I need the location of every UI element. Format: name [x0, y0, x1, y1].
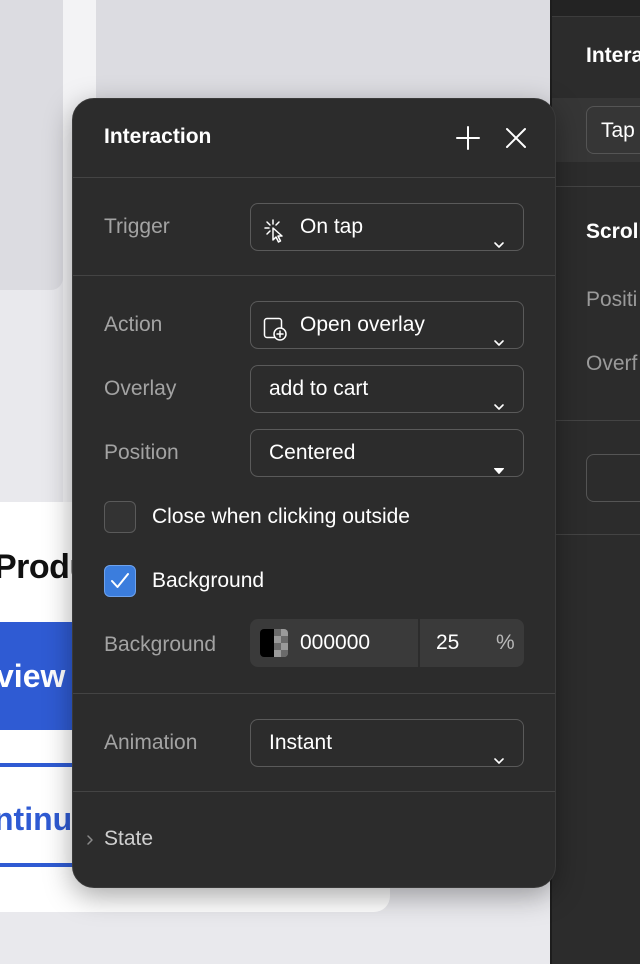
action-select[interactable]: Open overlay [250, 301, 524, 349]
trigger-label: Trigger [104, 215, 170, 238]
position-label: Position [104, 441, 179, 464]
checkmark-icon [111, 573, 129, 588]
chevron-right-icon [85, 833, 95, 847]
animation-value: Instant [269, 731, 333, 754]
divider [552, 186, 640, 187]
close-outside-label: Close when clicking outside [152, 505, 410, 528]
state-section-toggle[interactable]: State [73, 819, 555, 863]
inspector-position-label: Positi [586, 288, 638, 311]
close-icon[interactable] [501, 123, 531, 153]
divider [552, 534, 640, 535]
position-select[interactable]: Centered [250, 429, 524, 477]
chevron-down-icon [493, 384, 505, 410]
inspector-interactions-heading: Intera [586, 44, 640, 67]
chevron-down-icon [493, 222, 505, 248]
color-swatch[interactable] [260, 629, 288, 657]
chevron-down-icon [493, 448, 505, 474]
divider [73, 693, 555, 694]
state-label: State [104, 827, 154, 850]
tap-cursor-icon [262, 215, 288, 243]
view-button-label: view [0, 658, 66, 694]
canvas-frame [0, 0, 63, 290]
animation-select[interactable]: Instant [250, 719, 524, 767]
inspector-panel: Intera Tap Scroll Positi Overf [550, 0, 640, 964]
popover-header: Interaction [73, 99, 555, 177]
opacity-input[interactable]: 25 [436, 619, 459, 667]
inspector-field[interactable] [586, 454, 640, 502]
background-color-field[interactable]: 000000 25 % [250, 619, 524, 667]
chevron-down-icon [493, 320, 505, 346]
divider [73, 275, 555, 276]
position-value: Centered [269, 441, 356, 464]
divider [418, 619, 420, 667]
divider [73, 791, 555, 792]
overlay-select[interactable]: add to cart [250, 365, 524, 413]
action-label: Action [104, 313, 163, 336]
divider [73, 177, 555, 178]
close-outside-checkbox[interactable] [104, 501, 136, 533]
background-color-label: Background [104, 633, 217, 656]
add-icon[interactable] [453, 123, 483, 153]
inspector-toolbar [552, 0, 640, 17]
color-hex-input[interactable]: 000000 [300, 619, 370, 667]
open-overlay-icon [262, 313, 288, 341]
divider [552, 420, 640, 421]
inspector-overflow-label: Overf [586, 352, 638, 375]
background-toggle-label: Background [152, 569, 265, 592]
overlay-label: Overlay [104, 377, 177, 400]
animation-label: Animation [104, 731, 198, 754]
chevron-down-icon [493, 738, 505, 764]
inspector-scroll-heading: Scroll [586, 220, 640, 243]
action-value: Open overlay [300, 313, 425, 336]
interaction-popover: Interaction Trigger On tap Action Open o… [72, 98, 556, 888]
interaction-trigger-chip[interactable]: Tap [586, 106, 640, 154]
trigger-value: On tap [300, 215, 364, 238]
opacity-unit: % [496, 631, 515, 654]
background-checkbox[interactable] [104, 565, 136, 597]
trigger-select[interactable]: On tap [250, 203, 524, 251]
continue-button-label: ntinu [0, 801, 73, 837]
overlay-value: add to cart [269, 377, 369, 400]
popover-title: Interaction [104, 125, 212, 148]
